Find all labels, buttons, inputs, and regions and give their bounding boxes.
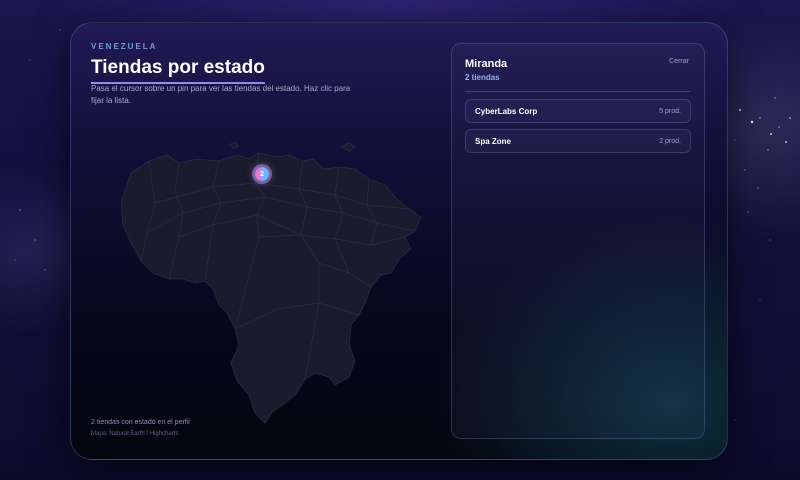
state-pin-miranda[interactable]: 2 <box>255 167 269 181</box>
panel-divider <box>465 91 691 92</box>
store-item[interactable]: Spa Zone 2 prod. <box>465 129 691 153</box>
store-list: CyberLabs Corp 5 prod. Spa Zone 2 prod. <box>465 99 691 159</box>
map-card: VENEZUELA Tiendas por estado Pasa el cur… <box>70 22 728 460</box>
page-title: Tiendas por estado <box>91 57 265 84</box>
store-name: Spa Zone <box>475 136 512 146</box>
panel-state-name: Miranda <box>465 58 508 70</box>
store-product-count: 5 prod. <box>659 107 681 115</box>
map-hint: Pasa el cursor sobre un pin para ver las… <box>91 84 351 105</box>
eyebrow-label: VENEZUELA <box>91 42 158 51</box>
store-product-count: 2 prod. <box>659 137 681 145</box>
state-panel: Miranda 2 tiendas Cerrar CyberLabs Corp … <box>451 43 705 439</box>
panel-store-count: 2 tiendas <box>465 73 500 82</box>
venezuela-map <box>120 141 422 424</box>
stores-summary: 2 tiendas con estado en el perfil <box>91 419 190 426</box>
store-item[interactable]: CyberLabs Corp 5 prod. <box>465 99 691 123</box>
map-island <box>340 142 356 152</box>
store-name: CyberLabs Corp <box>475 106 538 116</box>
close-button[interactable]: Cerrar <box>669 58 689 65</box>
map-source: Mapa: Natural Earth / Highcharts <box>91 431 179 437</box>
map-country-outline <box>120 152 422 424</box>
map-island <box>228 141 240 149</box>
